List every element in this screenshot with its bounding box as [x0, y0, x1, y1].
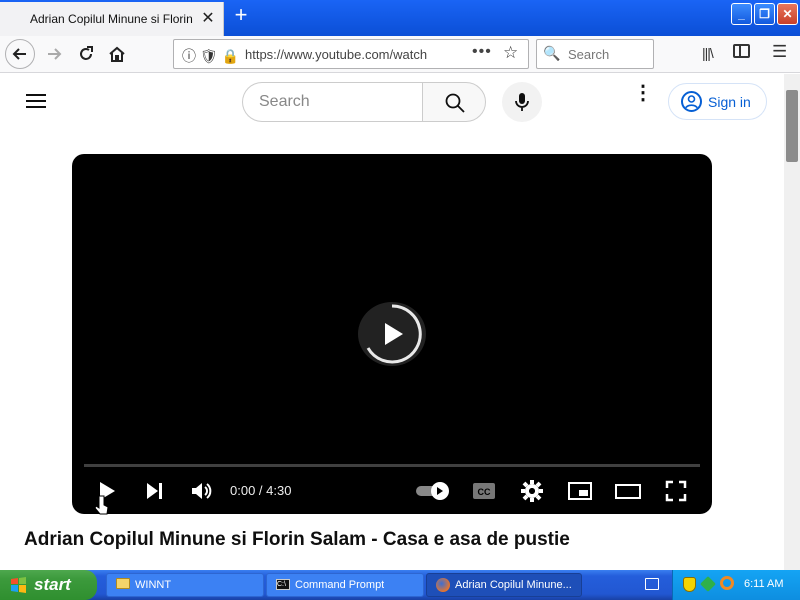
video-player[interactable]: 0:00 / 4:30 CC [72, 154, 712, 514]
theater-mode-icon[interactable] [614, 480, 642, 502]
window-maximize-button[interactable]: ❐ [754, 3, 775, 25]
folder-icon [116, 578, 130, 589]
sign-in-label: Sign in [708, 94, 751, 110]
page-actions-icon[interactable]: ••• [472, 43, 492, 61]
reload-button[interactable] [72, 40, 100, 68]
home-icon [109, 46, 125, 62]
video-progress-bar[interactable] [84, 464, 700, 467]
voice-search-button[interactable] [502, 82, 542, 122]
forward-arrow-icon [48, 48, 62, 60]
tab-close-icon[interactable]: ✕ [200, 8, 216, 28]
time-display: 0:00 / 4:30 [230, 483, 292, 498]
sign-in-button[interactable]: Sign in [668, 83, 767, 120]
home-button[interactable] [103, 40, 131, 68]
windows-logo-icon [11, 577, 26, 593]
taskbar-item-firefox[interactable]: Adrian Copilul Minune... [426, 573, 582, 597]
start-label: start [34, 575, 71, 594]
taskbar-item-label: WINNT [135, 579, 172, 591]
more-options-icon[interactable]: ⋮ [633, 83, 653, 103]
network-icon[interactable] [700, 576, 716, 592]
webpage: Search ⋮ Sign in 0:00 / 4:30 CC Adrian C… [0, 74, 784, 570]
youtube-search-placeholder: Search [259, 93, 310, 110]
keyboard-layout-icon[interactable] [645, 578, 659, 590]
captions-icon[interactable]: CC [472, 480, 496, 502]
reload-icon [80, 46, 93, 60]
window-minimize-button[interactable]: _ [731, 3, 752, 25]
navigation-toolbar: ⓘ 🛡 🔒 https://www.youtube.com/watch ••• … [0, 36, 800, 73]
svg-text:CC: CC [478, 487, 491, 497]
youtube-search-input[interactable]: Search [242, 82, 423, 122]
next-icon[interactable] [144, 480, 166, 502]
new-tab-button[interactable]: + [230, 3, 252, 29]
url-bar[interactable]: ⓘ 🛡 🔒 https://www.youtube.com/watch ••• … [173, 39, 529, 69]
search-icon [445, 93, 465, 113]
large-play-button[interactable] [358, 302, 426, 366]
account-icon [681, 91, 702, 112]
firefox-icon [436, 578, 450, 592]
fullscreen-icon[interactable] [664, 479, 688, 503]
library-icon[interactable]: |||\ [702, 45, 714, 61]
back-button[interactable] [5, 39, 35, 69]
youtube-search-button[interactable] [422, 82, 486, 122]
taskbar-item-command-prompt[interactable]: C:\ Command Prompt [266, 573, 424, 597]
browser-search-box[interactable]: 🔍 Search [536, 39, 654, 69]
taskbar-item-label: Adrian Copilul Minune... [455, 579, 572, 591]
search-engine-icon[interactable]: 🔍 [543, 45, 560, 62]
autoplay-toggle-icon[interactable] [415, 481, 451, 501]
spinner-play-icon [366, 304, 422, 364]
miniplayer-icon[interactable] [567, 480, 593, 502]
tab-title: Adrian Copilul Minune si Florin Salam - … [30, 12, 195, 26]
forward-button[interactable] [40, 40, 68, 68]
security-shield-icon[interactable] [683, 577, 696, 592]
site-info-icon[interactable]: ⓘ 🛡 🔒 [182, 46, 239, 66]
mouse-pointer-icon [94, 495, 109, 515]
browser-search-placeholder: Search [568, 47, 610, 62]
taskbar-clock: 6:11 AM [744, 578, 784, 590]
scrollbar-thumb[interactable] [786, 90, 798, 162]
video-title: Adrian Copilul Minune si Florin Salam - … [24, 529, 570, 550]
browser-tab[interactable]: Adrian Copilul Minune si Florin Salam - … [0, 2, 224, 36]
bookmark-star-icon[interactable]: ☆ [503, 43, 518, 63]
volume-icon[interactable] [190, 480, 214, 502]
start-button[interactable]: start [0, 570, 97, 600]
search-tray-icon[interactable] [720, 576, 734, 590]
hamburger-menu-icon[interactable]: ☰ [772, 42, 787, 62]
back-arrow-icon [12, 48, 26, 60]
guide-menu-icon[interactable] [26, 94, 46, 108]
taskbar-item-label: Command Prompt [295, 579, 385, 591]
microphone-icon [515, 93, 529, 111]
taskbar-item-winnt[interactable]: WINNT [106, 573, 264, 597]
window-close-button[interactable]: ✕ [777, 3, 798, 25]
sidebar-toggle-icon[interactable] [733, 44, 750, 58]
settings-gear-icon[interactable] [520, 479, 544, 503]
cmd-icon: C:\ [276, 579, 290, 590]
url-text[interactable]: https://www.youtube.com/watch [245, 47, 440, 62]
